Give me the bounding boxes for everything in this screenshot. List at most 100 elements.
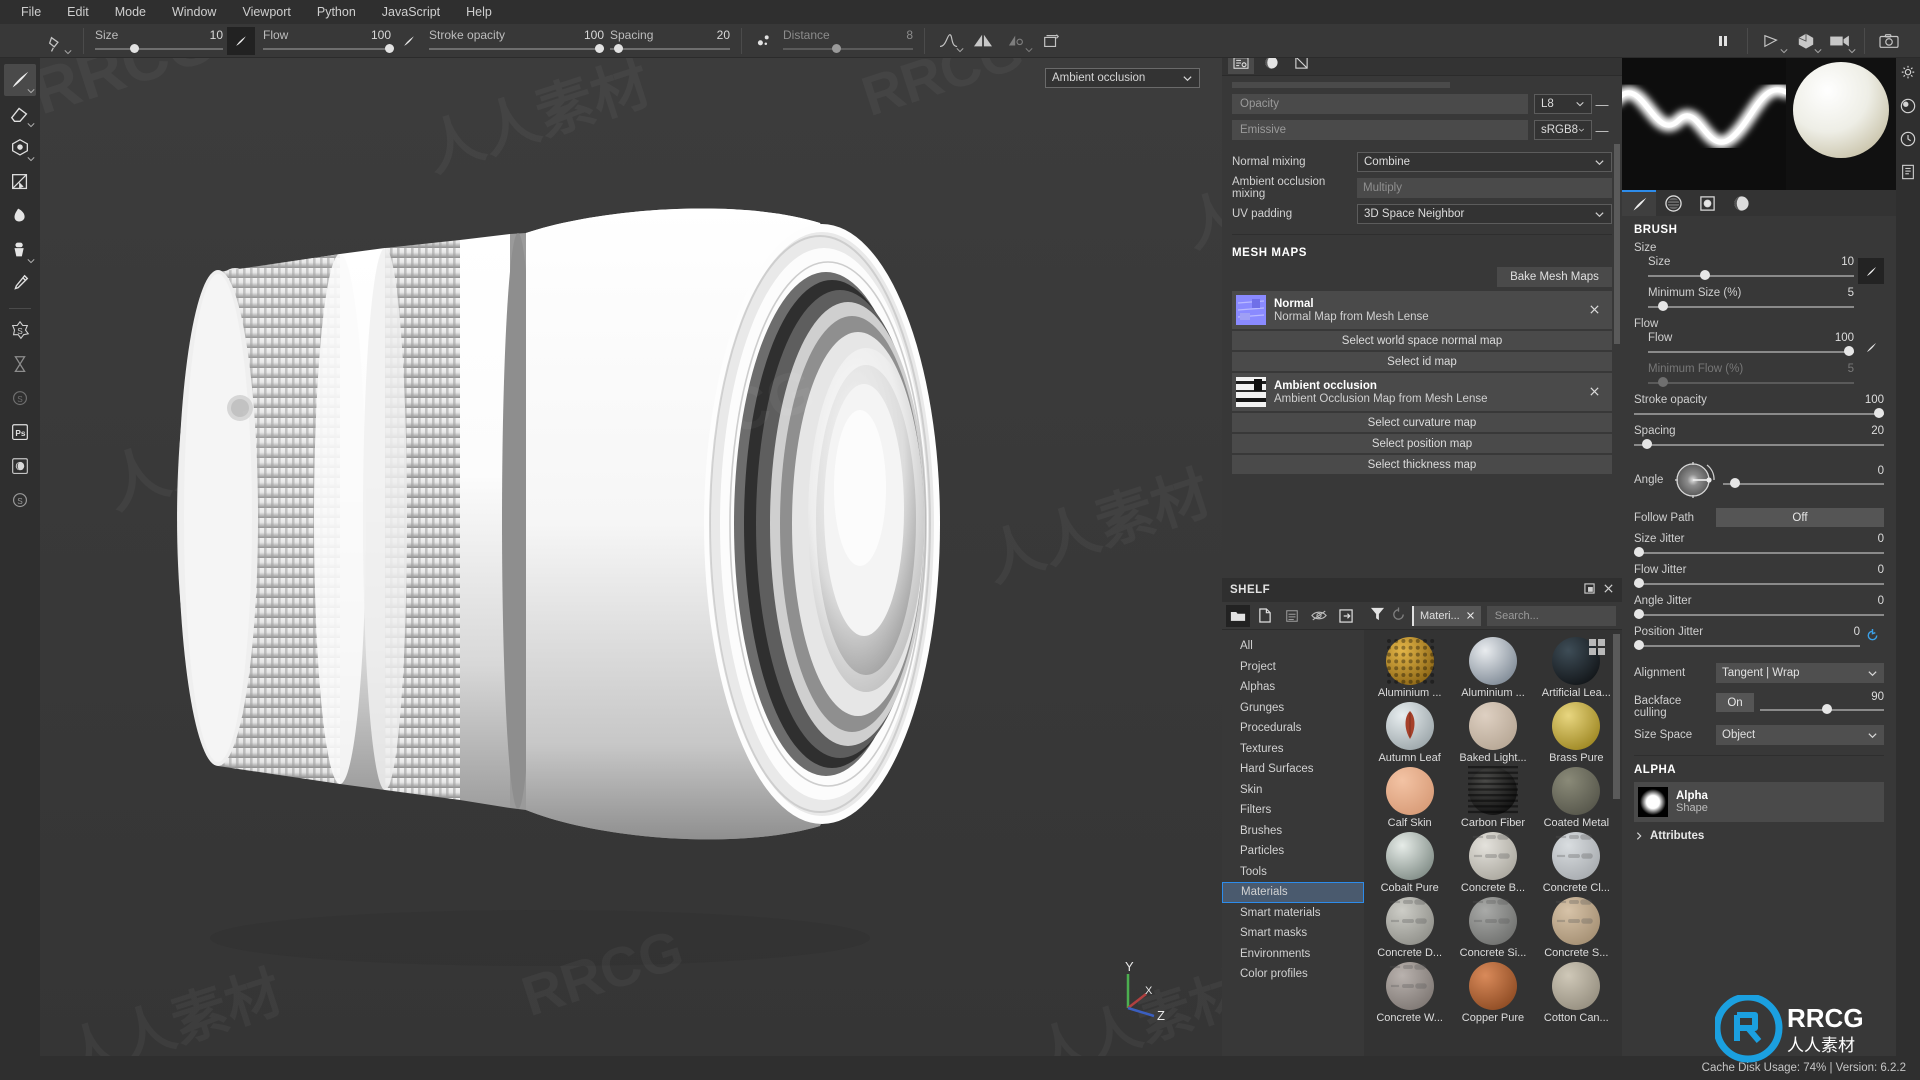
- shelf-category-filters[interactable]: Filters: [1222, 800, 1364, 821]
- size-pressure-icon[interactable]: [1858, 258, 1884, 284]
- shelf-search-input[interactable]: Search...: [1486, 605, 1616, 626]
- shelf-category-particles[interactable]: Particles: [1222, 841, 1364, 862]
- menu-item-javascript[interactable]: JavaScript: [369, 0, 453, 24]
- shelf-item[interactable]: Baked Light...: [1451, 701, 1534, 764]
- render-mode-icon[interactable]: [1823, 26, 1857, 56]
- alpha-card[interactable]: Alpha Shape: [1634, 782, 1884, 822]
- menu-item-mode[interactable]: Mode: [102, 0, 159, 24]
- menu-item-file[interactable]: File: [8, 0, 54, 24]
- size-jitter-slider[interactable]: [1634, 547, 1884, 558]
- toolbar-distance-param[interactable]: Distance 8: [783, 25, 913, 57]
- shelf-item[interactable]: Cotton Can...: [1535, 961, 1618, 1024]
- display-cube-icon[interactable]: [1789, 26, 1823, 56]
- eraser-tool[interactable]: [4, 98, 36, 130]
- toolbar-stroke-opacity-param[interactable]: Stroke opacity 100: [429, 25, 605, 57]
- import-icon[interactable]: [1334, 605, 1358, 627]
- toolbar-size-slider[interactable]: [95, 43, 223, 54]
- clone-tool[interactable]: [4, 234, 36, 266]
- channel-format-opacity[interactable]: L8: [1534, 94, 1592, 114]
- shelf-category-environments[interactable]: Environments: [1222, 944, 1364, 965]
- shelf-category-tools[interactable]: Tools: [1222, 862, 1364, 883]
- toolbar-spacing-param[interactable]: Spacing 20: [610, 25, 730, 57]
- randomize-icon[interactable]: [1860, 628, 1884, 643]
- grid-properties-tab[interactable]: [1656, 190, 1690, 216]
- flow-jitter-slider[interactable]: [1634, 578, 1884, 589]
- mesh-map-entry-normal[interactable]: Normal Normal Map from Mesh Lense: [1232, 291, 1612, 329]
- refresh-icon[interactable]: [1391, 606, 1406, 625]
- alpha-properties-tab[interactable]: [1690, 190, 1724, 216]
- mesh-map-entry-ambient-occlusion[interactable]: Ambient occlusion Ambient Occlusion Map …: [1232, 373, 1612, 411]
- menu-item-help[interactable]: Help: [453, 0, 505, 24]
- menu-item-edit[interactable]: Edit: [54, 0, 102, 24]
- history-icon[interactable]: [1900, 131, 1916, 150]
- pause-engine-icon[interactable]: [1706, 34, 1740, 48]
- flow-slider[interactable]: [1648, 346, 1854, 357]
- material-picker-tool[interactable]: [4, 268, 36, 300]
- shelf-category-alphas[interactable]: Alphas: [1222, 677, 1364, 698]
- shelf-category-smart-materials[interactable]: Smart materials: [1222, 903, 1364, 924]
- toolbar-flow-param[interactable]: Flow 100: [263, 25, 394, 57]
- channel-name-opacity[interactable]: Opacity: [1232, 94, 1528, 114]
- follow-path-button[interactable]: Off: [1716, 508, 1884, 527]
- screenshot-icon[interactable]: [1872, 26, 1906, 56]
- shelf-item[interactable]: Calf Skin: [1368, 766, 1451, 829]
- shelf-item[interactable]: Concrete D...: [1368, 896, 1451, 959]
- close-icon[interactable]: [1466, 611, 1475, 620]
- remove-channel-opacity-button[interactable]: —: [1592, 97, 1612, 112]
- backface-culling-toggle[interactable]: On: [1716, 693, 1754, 712]
- axis-gizmo[interactable]: Y X Z: [1102, 958, 1172, 1028]
- projection-icon[interactable]: [1034, 26, 1068, 56]
- shelf-category-procedurals[interactable]: Procedurals: [1222, 718, 1364, 739]
- menu-item-viewport[interactable]: Viewport: [229, 0, 303, 24]
- shader-ball-icon[interactable]: [1900, 98, 1916, 117]
- shelf-item[interactable]: Brass Pure: [1535, 701, 1618, 764]
- shelf-item[interactable]: Concrete W...: [1368, 961, 1451, 1024]
- spacing-slider[interactable]: [1634, 439, 1884, 450]
- new-file-icon[interactable]: [1253, 605, 1277, 627]
- shelf-item[interactable]: Aluminium ...: [1368, 636, 1451, 699]
- size-pressure-toggle[interactable]: [227, 26, 255, 55]
- remove-normal-map-button[interactable]: [1589, 303, 1608, 318]
- material-properties-tab[interactable]: [1724, 190, 1758, 216]
- channel-format-emissive[interactable]: sRGB8: [1534, 120, 1592, 140]
- shelf-category-skin[interactable]: Skin: [1222, 780, 1364, 801]
- stroke-opacity-slider[interactable]: [1634, 408, 1884, 419]
- settings-gear-icon[interactable]: [1900, 65, 1916, 84]
- shelf-items-grid-wrap[interactable]: Aluminium ... Aluminium ... Artificial Lea…: [1364, 630, 1622, 1056]
- select-position-map-button[interactable]: Select position map: [1232, 434, 1612, 453]
- smudge-tool[interactable]: [4, 200, 36, 232]
- angle-dial[interactable]: [1669, 456, 1717, 504]
- log-icon[interactable]: [1900, 164, 1916, 183]
- shelf-item[interactable]: Cobalt Pure: [1368, 831, 1451, 894]
- current-tool-icon[interactable]: [40, 26, 74, 56]
- shelf-item[interactable]: Concrete Cl...: [1535, 831, 1618, 894]
- toolbar-flow-slider[interactable]: [263, 43, 394, 54]
- menu-item-python[interactable]: Python: [304, 0, 369, 24]
- shelf-category-grunges[interactable]: Grunges: [1222, 698, 1364, 719]
- shelf-item[interactable]: Concrete B...: [1451, 831, 1534, 894]
- symmetry-plane-icon[interactable]: [1000, 26, 1034, 56]
- toolbar-spacing-slider[interactable]: [610, 43, 730, 54]
- viewport-channel-selector[interactable]: Ambient occlusion: [1045, 68, 1200, 88]
- shelf-item[interactable]: Aluminium ...: [1451, 636, 1534, 699]
- shelf-category-all[interactable]: All: [1222, 636, 1364, 657]
- shelf-close-button[interactable]: [1603, 583, 1614, 597]
- select-thickness-map-button[interactable]: Select thickness map: [1232, 455, 1612, 474]
- polygon-fill-tool[interactable]: [4, 166, 36, 198]
- shelf-category-textures[interactable]: Textures: [1222, 739, 1364, 760]
- shelf-grid-scrollbar[interactable]: [1613, 634, 1620, 799]
- folder-icon[interactable]: [1226, 604, 1250, 627]
- select-id-map-button[interactable]: Select id map: [1232, 352, 1612, 371]
- shelf-item[interactable]: Carbon Fiber: [1451, 766, 1534, 829]
- shelf-float-button[interactable]: [1576, 583, 1603, 597]
- paint-brush-tool[interactable]: [4, 64, 36, 96]
- symmetry-icon[interactable]: [966, 26, 1000, 56]
- attributes-expander[interactable]: Attributes: [1634, 830, 1884, 842]
- substance-disabled-icon[interactable]: S: [4, 383, 36, 415]
- select-curvature-map-button[interactable]: Select curvature map: [1232, 413, 1612, 432]
- backface-culling-slider[interactable]: [1760, 704, 1884, 715]
- uv-padding-combo[interactable]: 3D Space Neighbor: [1357, 204, 1612, 224]
- size-space-combo[interactable]: Object: [1716, 725, 1884, 745]
- size-slider[interactable]: [1648, 270, 1854, 281]
- shelf-category-brushes[interactable]: Brushes: [1222, 821, 1364, 842]
